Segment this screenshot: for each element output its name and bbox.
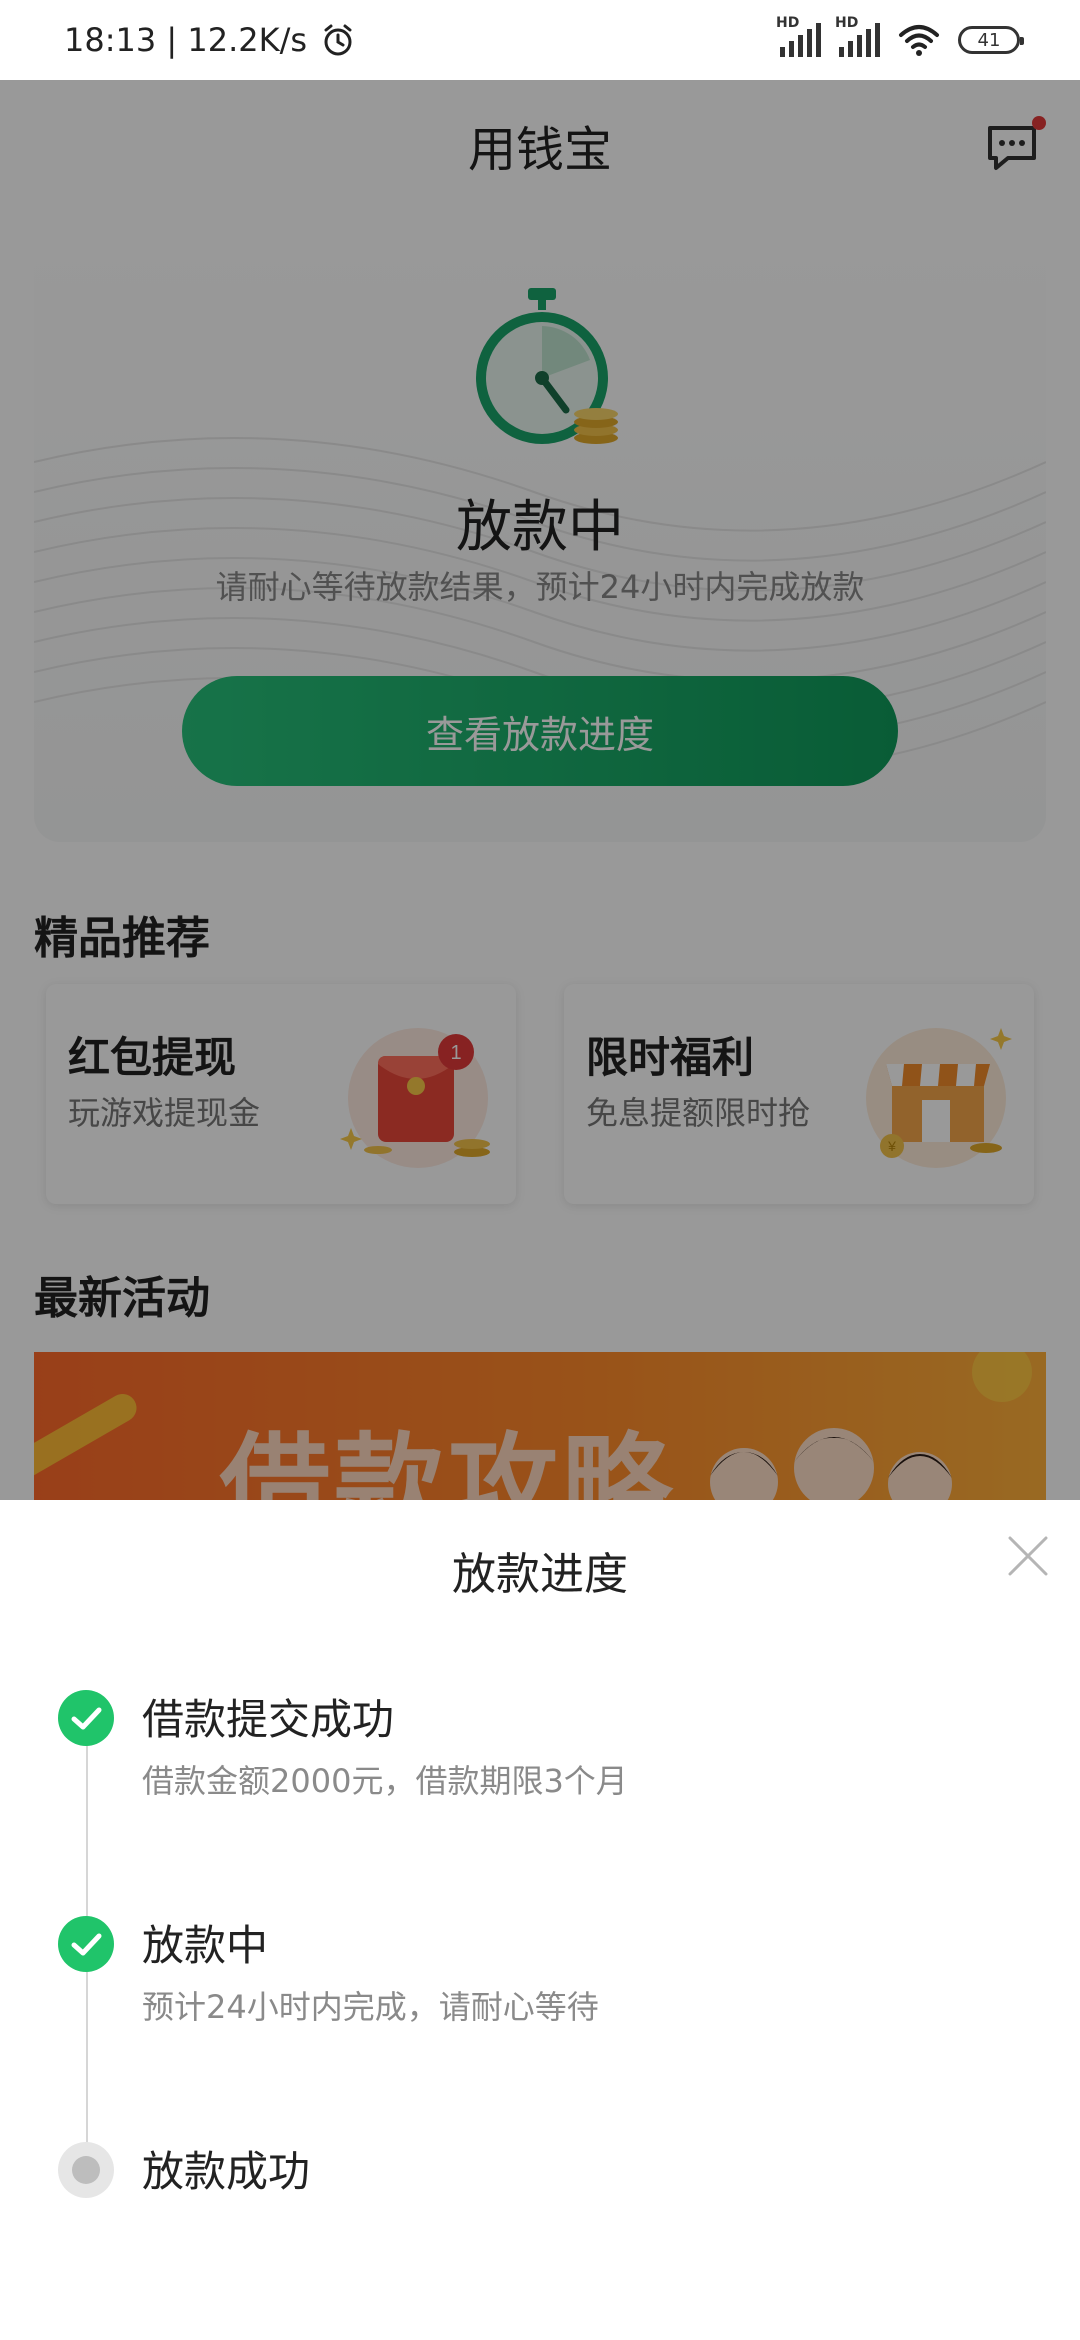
alarm-icon — [324, 24, 352, 56]
step-description: 借款金额2000元，借款期限3个月 — [142, 1762, 628, 1800]
step-title: 放款中 — [142, 1921, 269, 1970]
close-icon[interactable] — [1006, 1534, 1050, 1578]
status-bar: 18:13 | 12.2K/s HD HD 41 — [0, 0, 1080, 80]
sheet-title: 放款进度 — [452, 1549, 628, 1600]
step-title: 放款成功 — [142, 2147, 311, 2196]
pending-dot-icon — [58, 2142, 114, 2198]
battery-level: 41 — [977, 29, 1001, 51]
progress-sheet: 放款进度 借款提交成功 借款金额2000元，借款期限3个月 放款中 预计24小时… — [0, 1500, 1080, 2340]
step-title: 借款提交成功 — [142, 1695, 395, 1744]
battery-icon: 41 — [958, 26, 1024, 54]
step-description: 预计24小时内完成，请耐心等待 — [142, 1988, 599, 2026]
wifi-icon — [899, 25, 939, 56]
signal-icon: HD — [835, 15, 880, 57]
check-icon — [58, 1916, 114, 1972]
modal-overlay[interactable] — [0, 0, 1080, 1500]
status-time-speed: 18:13 | 12.2K/s — [64, 21, 308, 59]
signal-icon: HD — [776, 15, 821, 57]
check-icon — [58, 1690, 114, 1746]
